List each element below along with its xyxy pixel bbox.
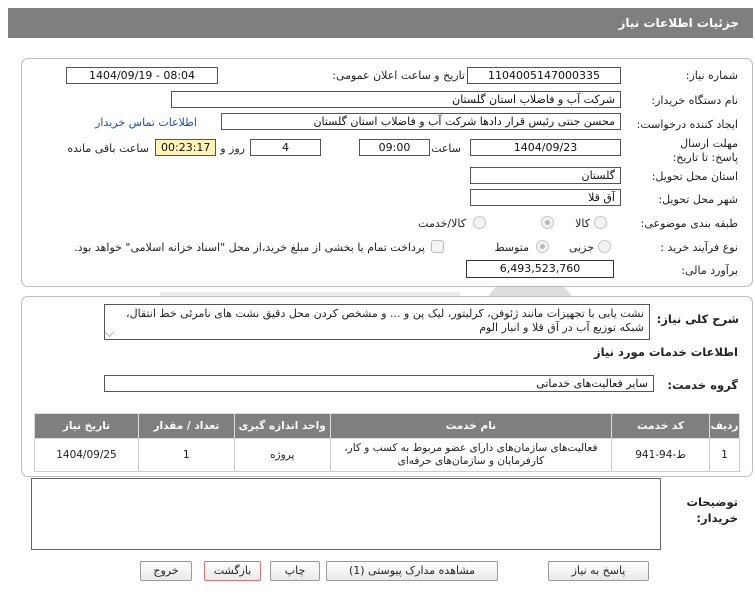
description-label: شرح کلی نیاز: <box>656 312 739 326</box>
category-service-radio[interactable] <box>541 216 554 229</box>
buyer-org-field: شرکت آب و فاضلاب استان گلستان <box>171 91 621 108</box>
process-option-minor-label: جزیی <box>568 241 594 254</box>
back-button[interactable]: بازگشت <box>204 561 261 581</box>
budget-label: برآورد مالی: <box>681 264 738 277</box>
col-unit-header: واحد اندازه گیری <box>233 413 331 439</box>
page-header: جزئیات اطلاعات نیاز <box>8 8 753 38</box>
deadline-time-field: 09:00 <box>359 139 430 156</box>
buyer-contact-link[interactable]: اطلاعات تماس خریدار <box>95 116 197 129</box>
process-medium-radio[interactable] <box>536 240 549 253</box>
process-label: نوع فرآیند خرید : <box>660 241 738 254</box>
need-number-field: 1104005147000335 <box>467 67 621 84</box>
services-table: ردیف کد خدمت نام خدمت واحد اندازه گیری ت… <box>34 413 740 472</box>
city-label: شهر محل تحویل: <box>658 193 738 206</box>
category-option-goods-service-label: کالا/خدمت <box>418 217 466 230</box>
print-button[interactable]: چاپ <box>270 561 320 581</box>
col-date-header: تاریخ نیاز <box>34 413 139 439</box>
row-unit-cell: پروژه <box>233 438 331 472</box>
province-label: استان محل تحویل: <box>651 170 738 183</box>
buyer-org-label: نام دستگاه خریدار: <box>651 94 738 107</box>
description-textarea[interactable]: نشت یابی با تجهیزات مانند ژئوفن، کرلیتور… <box>104 304 650 340</box>
reply-button[interactable]: پاسخ به نیاز <box>548 561 649 581</box>
city-field: آق قلا <box>470 189 621 206</box>
treasury-payment-checkbox[interactable] <box>431 240 444 253</box>
buyer-notes-textarea[interactable] <box>31 478 661 550</box>
remaining-label: ساعت باقی مانده <box>67 142 149 155</box>
category-option-goods-label: کالا <box>575 217 590 230</box>
table-row: 1 ط-94-941 فعالیت‌های سازمان‌های دارای ع… <box>34 438 740 472</box>
need-number-label: شماره نیاز: <box>685 69 738 82</box>
service-group-label: گروه خدمت: <box>667 378 738 392</box>
province-field: گلستان <box>470 167 621 184</box>
page-title: جزئیات اطلاعات نیاز <box>618 16 739 30</box>
announce-datetime-field: 1404/09/19 - 08:04 <box>66 67 218 84</box>
process-option-medium-label: متوسط <box>494 241 529 254</box>
remaining-time-field: 00:23:17 <box>155 139 216 156</box>
row-date-cell: 1404/09/25 <box>34 438 139 472</box>
col-code-header: کد خدمت <box>611 413 711 439</box>
row-name-cell: فعالیت‌های سازمان‌های دارای عضو مربوط به… <box>329 438 613 472</box>
time-label: ساعت <box>431 142 461 155</box>
category-goods-service-radio[interactable] <box>473 216 486 229</box>
table-header-row: ردیف کد خدمت نام خدمت واحد اندازه گیری ت… <box>34 413 740 439</box>
services-section-title: اطلاعات خدمات مورد نیاز <box>594 345 738 359</box>
deadline-label: مهلت ارسال پاسخ: تا تاریخ: <box>672 137 738 164</box>
creator-field: محسن جنتی رئیس قرار دادها شرکت آب و فاضل… <box>221 113 621 130</box>
process-minor-radio[interactable] <box>598 240 611 253</box>
exit-button[interactable]: خروج <box>140 561 192 581</box>
service-group-field: سایر فعالیت‌های خدماتی <box>104 375 654 392</box>
days-label: روز و <box>220 142 245 155</box>
announce-label: تاریخ و ساعت اعلان عمومی: <box>332 69 465 82</box>
payment-note: پرداخت تمام یا بخشی از مبلغ خرید،از محل … <box>74 241 425 254</box>
col-index-header: ردیف <box>709 413 740 439</box>
deadline-date-field: 1404/09/23 <box>470 139 621 156</box>
row-quantity-cell: 1 <box>137 438 235 472</box>
row-code-cell: ط-94-941 <box>611 438 711 472</box>
buyer-notes-label: توضیحات خریدار: <box>686 495 739 525</box>
category-label: طبقه بندی موضوعی: <box>640 217 738 230</box>
col-name-header: نام خدمت <box>329 413 613 439</box>
col-quantity-header: تعداد / مقدار <box>137 413 235 439</box>
category-goods-radio[interactable] <box>594 216 607 229</box>
creator-label: ایجاد کننده درخواست: <box>636 118 738 131</box>
row-index-cell: 1 <box>709 438 740 472</box>
days-field: 4 <box>250 139 321 156</box>
budget-field: 6,493,523,760 <box>466 260 614 278</box>
attachments-button[interactable]: مشاهده مدارک پیوستی (1) <box>326 561 498 581</box>
